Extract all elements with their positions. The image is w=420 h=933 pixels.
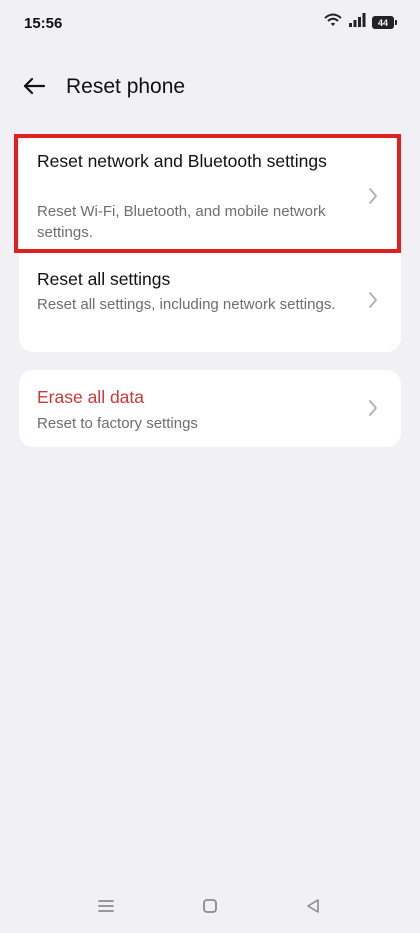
page-title: Reset phone <box>66 75 186 98</box>
chevron-right-icon <box>367 186 379 206</box>
back-arrow-icon <box>22 77 46 100</box>
option-subtitle: Reset all settings, including network se… <box>37 296 336 313</box>
recent-apps-button[interactable] <box>91 893 121 923</box>
erase-all-data-option[interactable]: Erase all data Reset to factory settings <box>19 370 401 447</box>
option-title: Reset all settings <box>37 269 171 289</box>
status-time: 15:56 <box>24 15 63 32</box>
reset-all-settings-option[interactable]: Reset all settings Reset all settings, i… <box>19 254 401 352</box>
back-button[interactable] <box>18 72 50 104</box>
navigation-bar <box>0 883 420 933</box>
status-icons: 44 <box>324 13 397 32</box>
option-title: Reset network and Bluetooth settings <box>37 151 327 171</box>
home-button[interactable] <box>195 893 225 923</box>
nav-back-button[interactable] <box>298 893 328 923</box>
option-title: Erase all data <box>37 387 145 407</box>
option-subtitle: Reset Wi-Fi, Bluetooth, and mobile netwo… <box>37 203 326 241</box>
battery-icon: 44 <box>372 16 397 29</box>
home-icon <box>202 898 218 919</box>
chevron-right-icon <box>367 398 379 418</box>
status-bar: 15:56 44 <box>0 0 420 48</box>
reset-options-card: Reset network and Bluetooth settings Res… <box>19 136 401 352</box>
wifi-icon <box>324 13 342 32</box>
signal-icon <box>348 13 366 32</box>
option-subtitle: Reset to factory settings <box>37 415 198 432</box>
back-icon <box>305 898 321 919</box>
chevron-right-icon <box>367 290 379 310</box>
header: Reset phone <box>0 66 420 110</box>
reset-network-bluetooth-option[interactable]: Reset network and Bluetooth settings Res… <box>19 136 401 252</box>
menu-icon <box>97 899 115 918</box>
erase-data-card: Erase all data Reset to factory settings <box>19 370 401 447</box>
